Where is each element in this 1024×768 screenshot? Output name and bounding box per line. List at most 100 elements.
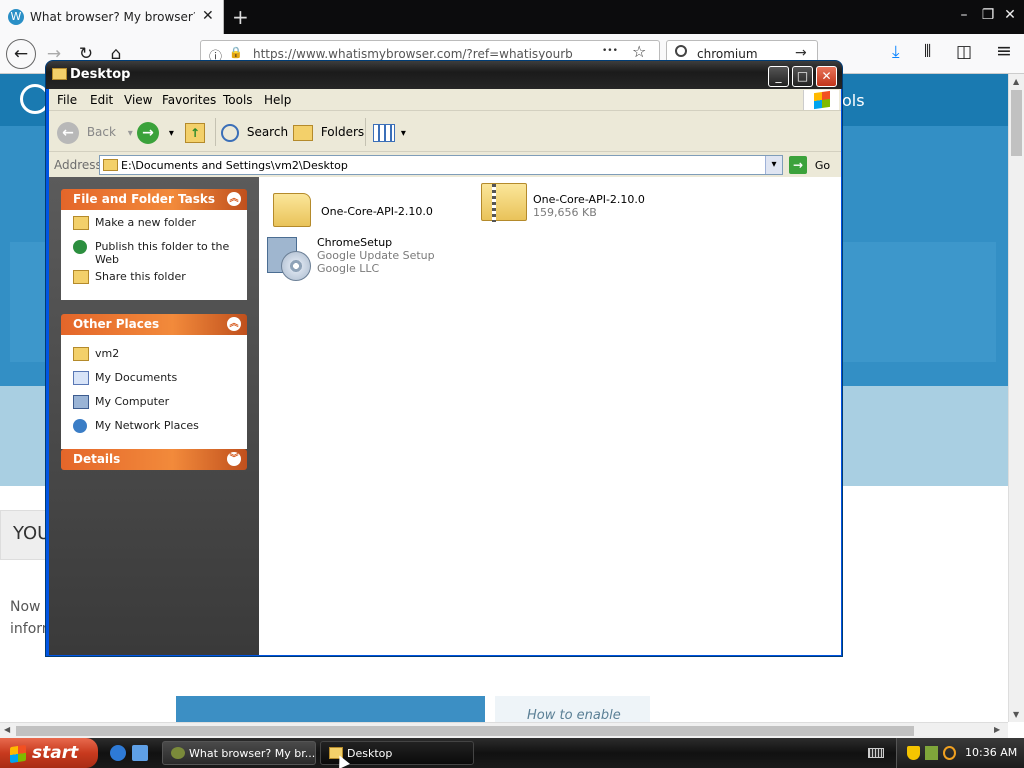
- place-label: My Computer: [95, 395, 170, 408]
- folder-icon: [103, 159, 118, 171]
- library-icon[interactable]: ⫴: [924, 42, 931, 62]
- task-make-new-folder[interactable]: Make a new folder: [73, 216, 241, 236]
- search-tray-icon[interactable]: [943, 746, 956, 760]
- place-my-computer[interactable]: My Computer: [73, 395, 241, 415]
- new-tab-button[interactable]: +: [232, 5, 249, 29]
- file-item-chrome-setup[interactable]: ChromeSetup Google Update Setup Google L…: [265, 235, 465, 283]
- horizontal-scroll-thumb[interactable]: [16, 726, 914, 736]
- toolbar-separator: [215, 118, 216, 146]
- browser-close-button[interactable]: ✕: [1000, 7, 1020, 25]
- scroll-up-icon[interactable]: ▲: [1013, 77, 1019, 86]
- up-folder-button[interactable]: ↑: [185, 120, 205, 144]
- address-value: E:\Documents and Settings\vm2\Desktop: [121, 159, 348, 172]
- menu-file[interactable]: File: [57, 93, 77, 107]
- file-folder-tasks-header[interactable]: File and Folder Tasks ︽: [61, 189, 247, 210]
- page-horizontal-scrollbar[interactable]: ◀ ▶: [0, 722, 1008, 738]
- publish-web-icon: [73, 240, 87, 254]
- collapse-chevron-icon[interactable]: ︽: [227, 317, 241, 331]
- menu-tools[interactable]: Tools: [223, 93, 253, 107]
- download-icon[interactable]: ⤓: [892, 42, 900, 62]
- site-howto-text: How to enable: [527, 708, 621, 722]
- other-places-header[interactable]: Other Places ︽: [61, 314, 247, 335]
- quick-launch-icon[interactable]: [132, 745, 148, 761]
- back-arrow-icon[interactable]: ←: [6, 39, 36, 69]
- menu-favorites[interactable]: Favorites: [162, 93, 216, 107]
- scroll-right-icon[interactable]: ▶: [994, 725, 1000, 734]
- place-my-documents[interactable]: My Documents: [73, 371, 241, 391]
- toolbar-separator: [365, 118, 366, 146]
- place-my-network-places[interactable]: My Network Places: [73, 419, 241, 439]
- folder-up-icon: ↑: [185, 122, 205, 143]
- site-favicon-icon: W: [8, 9, 24, 25]
- details-header[interactable]: Details ︾: [61, 449, 247, 470]
- start-label: start: [32, 743, 79, 763]
- address-input[interactable]: E:\Documents and Settings\vm2\Desktop ▾: [99, 155, 783, 175]
- start-button[interactable]: start: [0, 738, 98, 768]
- scroll-down-icon[interactable]: ▼: [1013, 710, 1019, 719]
- expand-chevron-icon[interactable]: ︾: [227, 452, 241, 466]
- address-bar: Address E:\Documents and Settings\vm2\De…: [49, 153, 841, 177]
- task-label: Make a new folder: [95, 216, 196, 229]
- details-panel: Details ︾: [61, 449, 247, 470]
- bookmark-star-icon[interactable]: ☆: [632, 42, 646, 61]
- file-item-zip[interactable]: One-Core-API-2.10.0 159,656 KB: [481, 183, 681, 231]
- other-places-panel: Other Places ︽ vm2 My Documents My Compu…: [61, 314, 247, 449]
- place-label: vm2: [95, 347, 120, 360]
- menu-view[interactable]: View: [124, 93, 152, 107]
- network-icon[interactable]: [925, 746, 938, 760]
- vertical-scroll-thumb[interactable]: [1011, 90, 1022, 156]
- file-list: One-Core-API-2.10.0 One-Core-API-2.10.0 …: [259, 177, 841, 655]
- sidebar-icon[interactable]: ◫: [956, 42, 972, 62]
- taskbar-button-label: Desktop: [347, 747, 393, 760]
- close-button[interactable]: ✕: [816, 66, 837, 87]
- back-button[interactable]: ← Back ▾: [57, 120, 133, 144]
- windows-flag-icon: [10, 744, 26, 764]
- lock-icon[interactable]: 🔒: [229, 46, 243, 59]
- search-icon: [675, 45, 687, 57]
- close-tab-icon[interactable]: ✕: [202, 8, 214, 24]
- explorer-body: File Edit View Favorites Tools Help ← Ba…: [49, 89, 841, 655]
- collapse-chevron-icon[interactable]: ︽: [227, 192, 241, 206]
- internet-explorer-icon[interactable]: [110, 745, 126, 761]
- windows-logo: [803, 90, 839, 110]
- browser-restore-button[interactable]: ❐: [978, 7, 998, 25]
- explorer-title-bar[interactable]: Desktop _ □ ✕: [46, 61, 842, 89]
- back-dropdown-icon[interactable]: ▾: [128, 128, 133, 139]
- site-howto-card[interactable]: How to enable: [495, 696, 650, 722]
- place-vm2[interactable]: vm2: [73, 347, 241, 367]
- file-item-folder[interactable]: One-Core-API-2.10.0: [269, 185, 469, 233]
- views-button[interactable]: ▾: [373, 120, 406, 144]
- menu-edit[interactable]: Edit: [90, 93, 113, 107]
- page-vertical-scrollbar[interactable]: ▲ ▼: [1008, 74, 1024, 722]
- maximize-button[interactable]: □: [792, 66, 813, 87]
- hamburger-menu-icon[interactable]: ≡: [996, 40, 1012, 62]
- go-arrow-icon: →: [789, 156, 807, 174]
- page-actions-icon[interactable]: •••: [602, 46, 618, 56]
- go-button-label: Go: [814, 158, 831, 172]
- file-name: ChromeSetup: [317, 236, 393, 249]
- forward-button[interactable]: → ▾: [137, 120, 174, 144]
- address-label: Address: [54, 158, 102, 172]
- task-share-folder[interactable]: Share this folder: [73, 270, 241, 290]
- address-dropdown-icon[interactable]: ▾: [765, 156, 782, 174]
- file-folder-tasks-body: Make a new folder Publish this folder to…: [61, 210, 247, 300]
- minimize-button[interactable]: _: [768, 66, 789, 87]
- scroll-left-icon[interactable]: ◀: [4, 725, 10, 734]
- search-button[interactable]: Search: [221, 120, 288, 144]
- taskbar-button-label: What browser? My br...: [189, 747, 316, 760]
- forward-dropdown-icon[interactable]: ▾: [169, 128, 174, 139]
- taskbar-button-browser[interactable]: What browser? My br...: [162, 741, 316, 765]
- task-publish-folder[interactable]: Publish this folder to the Web: [73, 240, 241, 266]
- site-nav-tools[interactable]: ols: [842, 91, 865, 110]
- security-shield-icon[interactable]: [907, 746, 920, 760]
- browser-minimize-button[interactable]: –: [954, 7, 974, 25]
- search-go-icon[interactable]: →: [795, 45, 807, 61]
- menu-help[interactable]: Help: [264, 93, 291, 107]
- keyboard-icon[interactable]: [868, 748, 884, 758]
- go-button[interactable]: → Go: [789, 156, 830, 176]
- browser-tab-active[interactable]: W What browser? My browser? Is my ✕: [0, 0, 224, 34]
- search-query: chromium: [697, 47, 758, 61]
- file-description: Google Update Setup: [317, 249, 435, 262]
- folders-button[interactable]: Folders: [293, 120, 364, 144]
- file-name: One-Core-API-2.10.0: [533, 193, 645, 206]
